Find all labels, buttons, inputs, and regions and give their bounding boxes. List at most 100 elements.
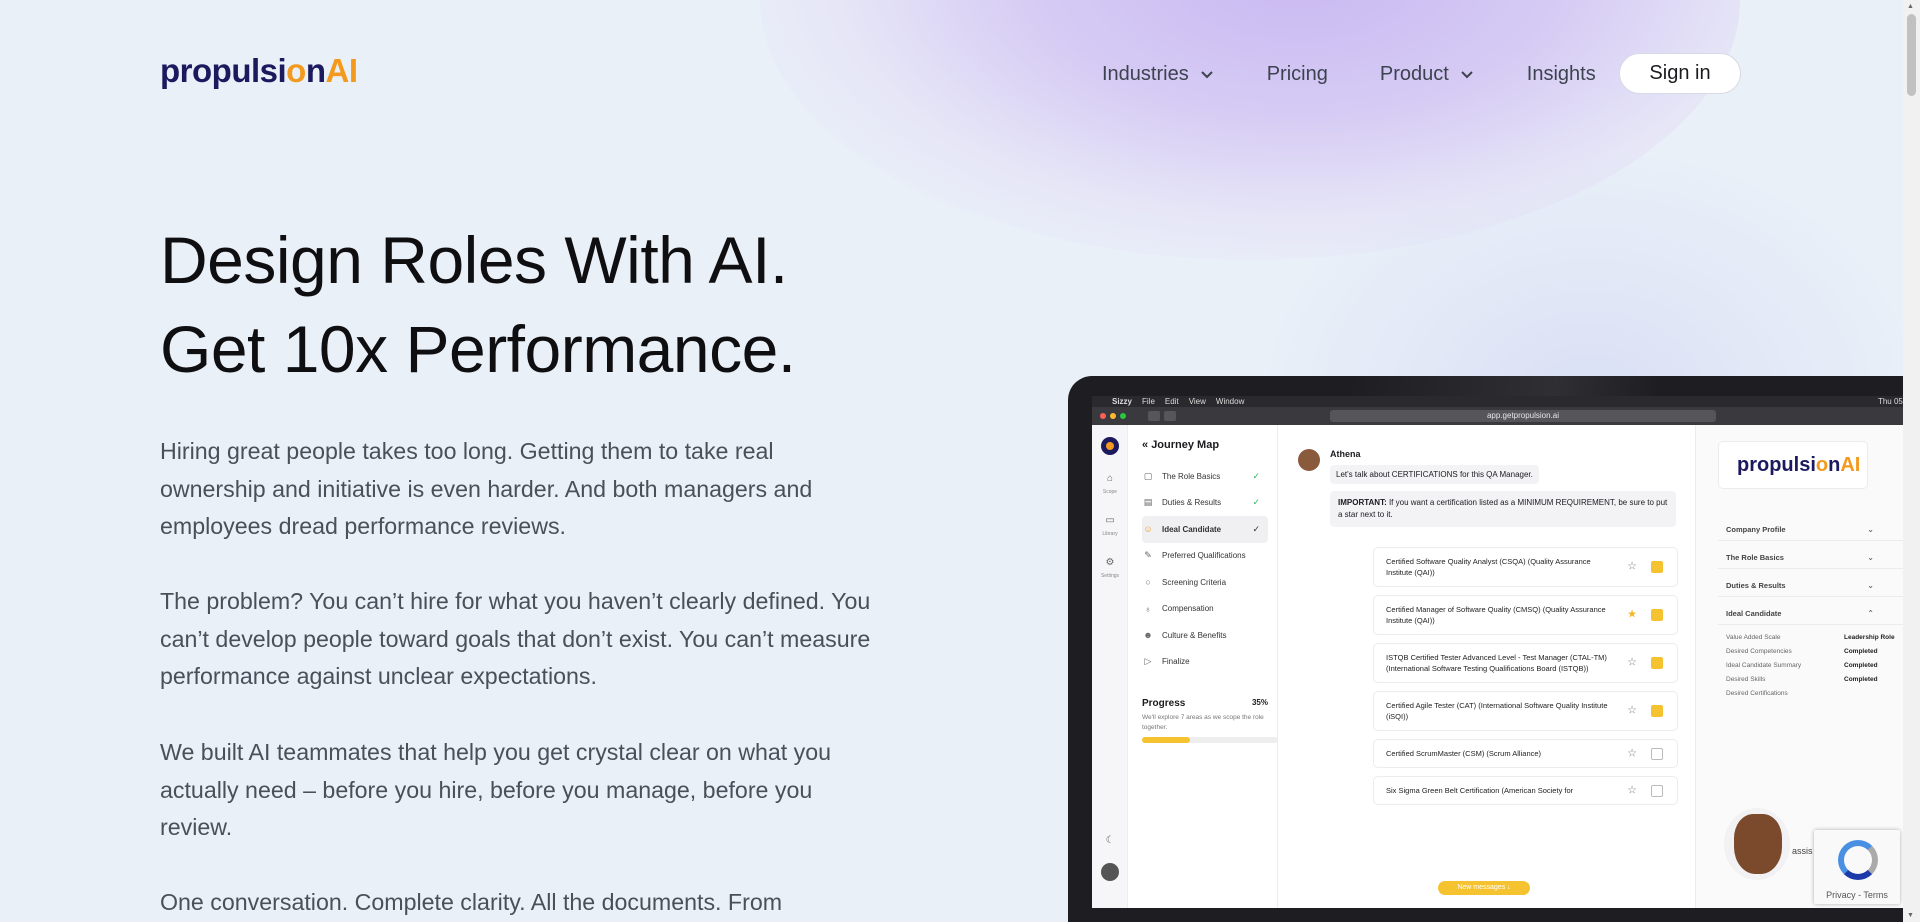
rail-label: Library [1102,531,1118,537]
menubar-item: Window [1215,397,1245,406]
chevron-up-icon: ⌃ [1867,609,1874,618]
url-bar: app.getpropulsion.ai [1330,410,1716,422]
app-screenshot: Sizzy File Edit View Window Thu 05:16 ap… [1092,396,1920,908]
journey-map: « Journey Map ▢ The Role Basics ✓ ▤ Duties … [1128,425,1278,908]
sign-in-button[interactable]: Sign in [1619,53,1741,94]
certification-item: Certified Agile Tester (CAT) (Internatio… [1373,691,1678,731]
home-icon: ⌂ [1106,473,1114,484]
journey-item: ○ Screening Criteria [1142,569,1268,596]
progress-subtitle: We'll explore 7 areas as we scope the ro… [1142,714,1264,731]
star-icon[interactable]: ☆ [1627,748,1637,759]
nav-pricing-label: Pricing [1266,62,1328,85]
mac-menubar: Sizzy File Edit View Window Thu 05:16 [1092,396,1920,407]
star-icon[interactable]: ☆ [1627,561,1637,573]
summary-row: Desired Competencies Completed [1726,648,1878,655]
scroll-up-icon[interactable]: ▲ [1907,3,1914,10]
journey-item: ▤ Duties & Results ✓ [1143,497,1260,508]
star-icon[interactable]: ☆ [1627,705,1637,717]
rail-label: Settings [1100,573,1120,579]
laptop-mockup: Sizzy File Edit View Window Thu 05:16 ap… [1068,376,1920,922]
person-icon: ☺ [1143,524,1153,535]
star-icon[interactable]: ☆ [1627,785,1637,796]
nav-insights-label: Insights [1526,62,1596,85]
chat-panel: Athena Let's talk about CERTIFICATIONS f… [1278,425,1696,908]
close-dot-icon [1100,413,1106,419]
briefcase-icon: ▢ [1143,470,1153,481]
assistant-label: assis [1792,846,1813,856]
money-bag-icon: ♁ [1144,603,1152,614]
check-circle-icon: ✓ [1252,497,1260,508]
new-messages-pill[interactable]: New messages ↓ [1438,881,1530,895]
nav-insights[interactable]: Insights [1527,63,1596,86]
certification-item: Certified ScrumMaster (CSM) (Scrum Allia… [1373,739,1678,768]
app-logo-icon [1101,437,1119,455]
check-circle-icon: ✓ [1252,470,1260,481]
brand-logo[interactable]: propulsionAI [160,52,358,90]
checkbox[interactable] [1651,657,1663,669]
section-header: Company Profile ⌄ [1718,519,1918,541]
hero-paragraph: The problem? You can’t hire for what you… [160,588,871,689]
recaptcha-icon [1838,840,1878,880]
checkbox[interactable] [1651,705,1663,717]
star-icon[interactable]: ★ [1627,609,1637,621]
page-scrollbar[interactable]: ▲ ▼ [1903,0,1920,922]
certification-item: ISTQB Certified Tester Advanced Level - … [1373,643,1678,683]
moon-icon: ☾ [1105,835,1115,846]
recaptcha-badge[interactable]: Privacy - Terms [1814,830,1900,904]
hero-headline: Design Roles With AI. Get 10x Performanc… [160,216,796,394]
send-icon: ▷ [1144,656,1152,667]
journey-item: ✎ Preferred Qualifications [1142,543,1268,570]
hero-headline-line1: Design Roles With AI. [160,223,788,297]
pencil-icon: ✎ [1144,550,1152,561]
hero-headline-line2: Get 10x Performance. [160,312,796,386]
assistant-face [1734,814,1782,874]
browser-nav-buttons [1148,411,1176,421]
avatar [1101,863,1119,881]
nav-industries[interactable]: Industries [1102,63,1215,86]
scroll-down-icon[interactable]: ▼ [1907,912,1914,919]
hero-paragraph: One conversation. Complete clarity. All … [160,889,783,915]
maximize-dot-icon [1120,413,1126,419]
nav-product[interactable]: Product [1380,63,1475,86]
chevron-down-icon [1461,71,1473,79]
journey-item: ▷ Finalize [1142,649,1268,676]
nav-pricing[interactable]: Pricing [1267,63,1328,86]
checkbox[interactable] [1651,784,1663,797]
journey-item: ♁ Compensation [1142,596,1268,623]
people-icon: ☻ [1143,630,1153,641]
progress-panel: Progress 35% We'll explore 7 areas as we… [1142,698,1282,743]
browser-bar: app.getpropulsion.ai [1092,407,1920,425]
agent-avatar [1298,449,1320,471]
hero-paragraph: Hiring great people takes too long. Gett… [160,438,813,539]
menubar-item: Edit [1164,397,1179,406]
checkbox[interactable] [1651,747,1663,760]
certification-item: Certified Manager of Software Quality (C… [1373,595,1678,635]
main-nav: Industries Pricing Product Insights [1102,54,1648,94]
progress-fill [1142,737,1190,743]
journey-item-active: ☺ Ideal Candidate ✓ [1142,516,1268,543]
assistant-avatar-button[interactable] [1724,808,1790,880]
menubar-item: View [1188,397,1206,406]
search-icon: ○ [1145,577,1151,588]
scrollbar-thumb[interactable] [1907,14,1916,96]
gear-icon: ⚙ [1105,557,1115,568]
bezel-shine [1348,376,1868,396]
rail-label: Scope [1102,489,1118,495]
certification-item: Certified Software Quality Analyst (CSQA… [1373,547,1678,587]
summary-row: Value Added Scale Leadership Role [1726,634,1895,641]
nav-industries-label: Industries [1102,62,1189,85]
nav-product-label: Product [1379,62,1449,85]
check-circle-icon: ✓ [1252,523,1260,534]
checkbox[interactable] [1651,561,1663,573]
star-icon[interactable]: ☆ [1627,657,1637,669]
app-ui: ⌂ Scope ▭ Library ⚙ Settings ☾ « Journey… [1092,425,1920,908]
section-header: Ideal Candidate ⌃ [1718,603,1918,625]
chevron-down-icon: ⌄ [1867,553,1874,562]
summary-row: Ideal Candidate Summary Completed [1726,662,1878,669]
summary-row: Desired Certifications [1726,690,1788,697]
checkbox[interactable] [1651,609,1663,621]
app-rail: ⌂ Scope ▭ Library ⚙ Settings ☾ [1092,425,1128,908]
recaptcha-links[interactable]: Privacy - Terms [1814,890,1900,900]
journey-title: « Journey Map [1142,439,1220,451]
minimize-dot-icon [1110,413,1116,419]
